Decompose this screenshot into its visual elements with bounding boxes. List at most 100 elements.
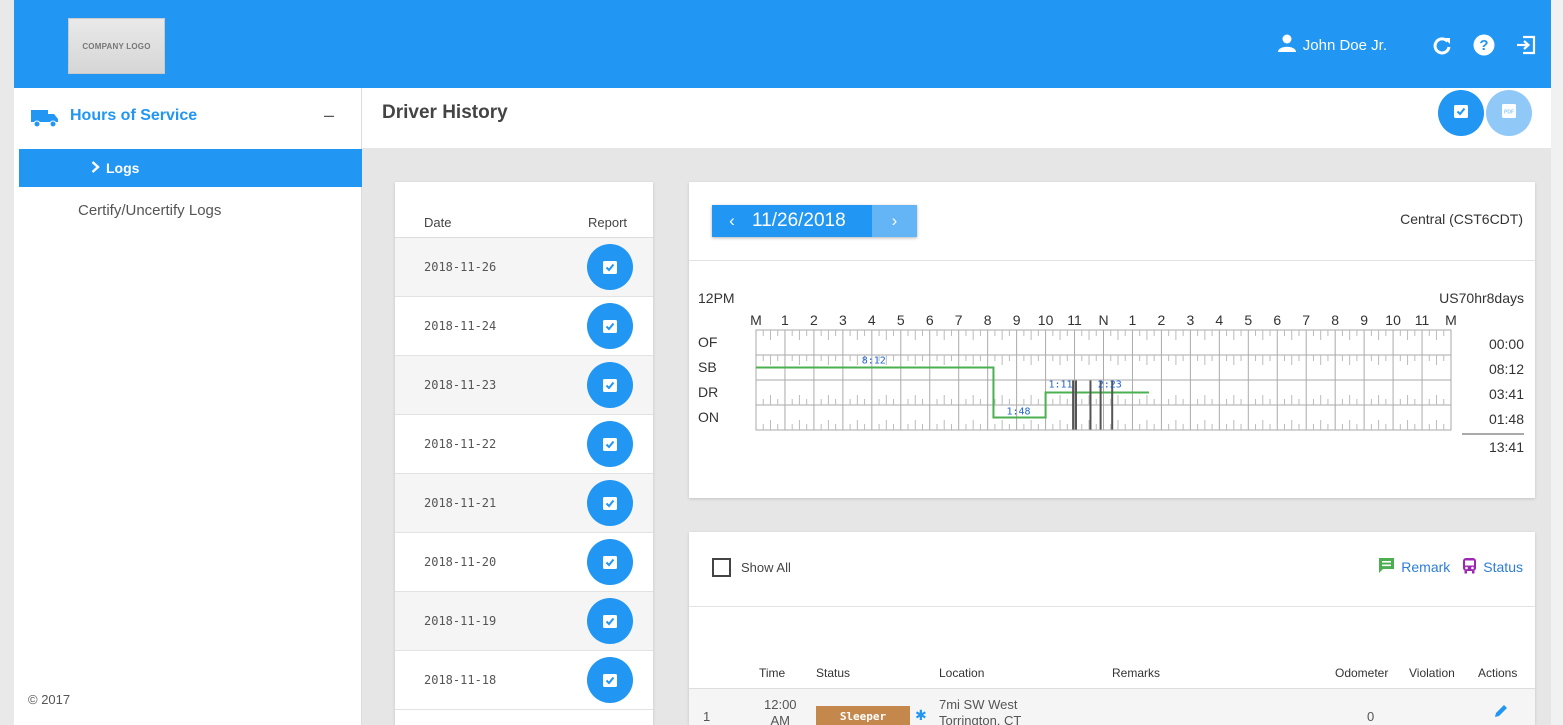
ruleset-label: US70hr8days: [1439, 290, 1524, 306]
logout-icon[interactable]: [1515, 34, 1537, 56]
hour-tick-label: 10: [1038, 312, 1054, 328]
event-location-line2: Torrington, CT: [939, 713, 1022, 725]
top-bar: COMPANY LOGO John Doe Jr. ?: [14, 0, 1551, 88]
window-edge: [0, 0, 14, 725]
hour-tick-label: 3: [1186, 312, 1194, 328]
report-button[interactable]: [587, 480, 633, 526]
event-time-value: 12:00: [764, 697, 797, 712]
duration-label-sb: 8:12: [862, 356, 886, 367]
refresh-icon[interactable]: [1431, 34, 1453, 56]
sidebar-item-label: Logs: [106, 160, 140, 176]
date-value: 2018-11-20: [424, 555, 497, 569]
report-button[interactable]: [587, 598, 633, 644]
date-list: Date Report 2018-11-26 2018-11-24 2018-11-…: [395, 182, 653, 725]
show-all-toggle[interactable]: Show All: [712, 558, 791, 577]
hour-tick-label: 4: [1215, 312, 1223, 328]
grand-total: 13:41: [1489, 439, 1524, 455]
date-row[interactable]: 2018-11-24: [395, 297, 653, 356]
certify-button[interactable]: [1438, 90, 1484, 136]
event-odometer: 0: [1367, 709, 1375, 724]
hour-tick-label: 6: [1273, 312, 1281, 328]
edit-icon[interactable]: [1493, 703, 1509, 724]
help-icon[interactable]: ?: [1473, 34, 1495, 56]
date-row[interactable]: 2018-11-22: [395, 415, 653, 474]
truck-icon: [30, 108, 60, 133]
hour-tick-label: 2: [810, 312, 818, 328]
row-total: 08:12: [1489, 361, 1524, 377]
hour-tick-label: 11: [1415, 312, 1430, 328]
certify-icon: [603, 615, 617, 628]
collapse-icon[interactable]: –: [324, 105, 334, 126]
report-button[interactable]: [587, 303, 633, 349]
date-value: 2018-11-18: [424, 673, 497, 687]
sidebar-section-title: Hours of Service: [70, 107, 198, 124]
date-row[interactable]: 2018-11-23: [395, 356, 653, 415]
user-name[interactable]: John Doe Jr.: [1303, 37, 1387, 54]
column-header-time: Time: [759, 666, 786, 680]
row-total: 01:48: [1489, 411, 1524, 427]
sidebar: Hours of Service – Logs Certify/Uncertif…: [14, 88, 362, 725]
hour-tick-label: 10: [1385, 312, 1401, 328]
svg-text:PDF: PDF: [1504, 109, 1514, 115]
date-row[interactable]: 2018-11-18: [395, 651, 653, 710]
hour-tick-label: 1: [781, 312, 789, 328]
date-value: 2018-11-26: [424, 260, 497, 274]
date-list-header: Date Report: [395, 182, 653, 238]
previous-date-button[interactable]: ‹ 11/26/2018: [712, 205, 872, 237]
hour-tick-label: M: [1445, 312, 1457, 328]
date-row[interactable]: 2018-11-26: [395, 238, 653, 297]
pdf-icon: PDF: [1501, 103, 1517, 124]
report-button[interactable]: [587, 244, 633, 290]
report-button[interactable]: [587, 421, 633, 467]
svg-text:?: ?: [1479, 37, 1488, 54]
page-title: Driver History: [382, 102, 508, 123]
hour-tick-label: 7: [1302, 312, 1310, 328]
show-all-checkbox[interactable]: [712, 558, 731, 577]
certify-icon: [603, 320, 617, 333]
hour-tick-label: 2: [1158, 312, 1166, 328]
date-value: 2018-11-19: [424, 614, 497, 628]
report-button[interactable]: [587, 657, 633, 703]
sidebar-section-hours-of-service[interactable]: Hours of Service –: [14, 88, 362, 148]
row-label: OF: [698, 334, 717, 350]
duration-label-dr2: 2:23: [1098, 380, 1122, 391]
report-button[interactable]: [587, 362, 633, 408]
row-number: 1: [703, 709, 711, 724]
certify-icon: [603, 438, 617, 451]
date-row[interactable]: 2018-11-19: [395, 592, 653, 651]
duration-label-on: 1:48: [1006, 407, 1030, 418]
date-value: 2018-11-21: [424, 496, 497, 510]
sidebar-item-certify-logs[interactable]: Certify/Uncertify Logs: [78, 202, 221, 219]
log-chart-card: ‹ 11/26/2018 › Central (CST6CDT) 12PM US7…: [689, 182, 1535, 498]
timezone-label: Central (CST6CDT): [1400, 211, 1523, 227]
report-button[interactable]: [587, 539, 633, 585]
sidebar-item-logs[interactable]: Logs: [19, 149, 362, 187]
certify-icon: [603, 261, 617, 274]
date-row[interactable]: 2018-11-20: [395, 533, 653, 592]
duration-label-dr1: 1:11: [1048, 380, 1072, 391]
user-icon: [1277, 34, 1297, 57]
chevron-right-icon: [91, 160, 100, 176]
hour-tick-label: M: [750, 312, 762, 328]
pdf-button[interactable]: PDF: [1486, 90, 1532, 136]
certify-icon: [603, 497, 617, 510]
hour-tick-label: 11: [1067, 312, 1082, 328]
date-row[interactable]: 2018-11-21: [395, 474, 653, 533]
copyright: © 2017: [28, 692, 71, 707]
hour-tick-label: 1: [1129, 312, 1137, 328]
divider: [689, 606, 1535, 607]
hour-tick-label: 3: [839, 312, 847, 328]
table-row[interactable]: 1 12:00 AM Sleeper ✱ 7mi SW West Torring…: [689, 688, 1535, 725]
logo-text: COMPANY LOGO: [82, 41, 151, 51]
events-legend: Remark Status: [1378, 557, 1523, 577]
row-label: SB: [698, 359, 717, 375]
column-header-remarks: Remarks: [1112, 666, 1161, 680]
legend-status: Status: [1483, 559, 1523, 575]
next-date-button[interactable]: ›: [872, 205, 917, 237]
page-header: Driver History PDF: [362, 88, 1551, 148]
current-date: 11/26/2018: [752, 210, 846, 231]
hour-tick-label: 4: [868, 312, 876, 328]
row-label: DR: [698, 384, 718, 400]
hour-tick-label: 8: [984, 312, 992, 328]
company-logo[interactable]: COMPANY LOGO: [68, 18, 165, 74]
